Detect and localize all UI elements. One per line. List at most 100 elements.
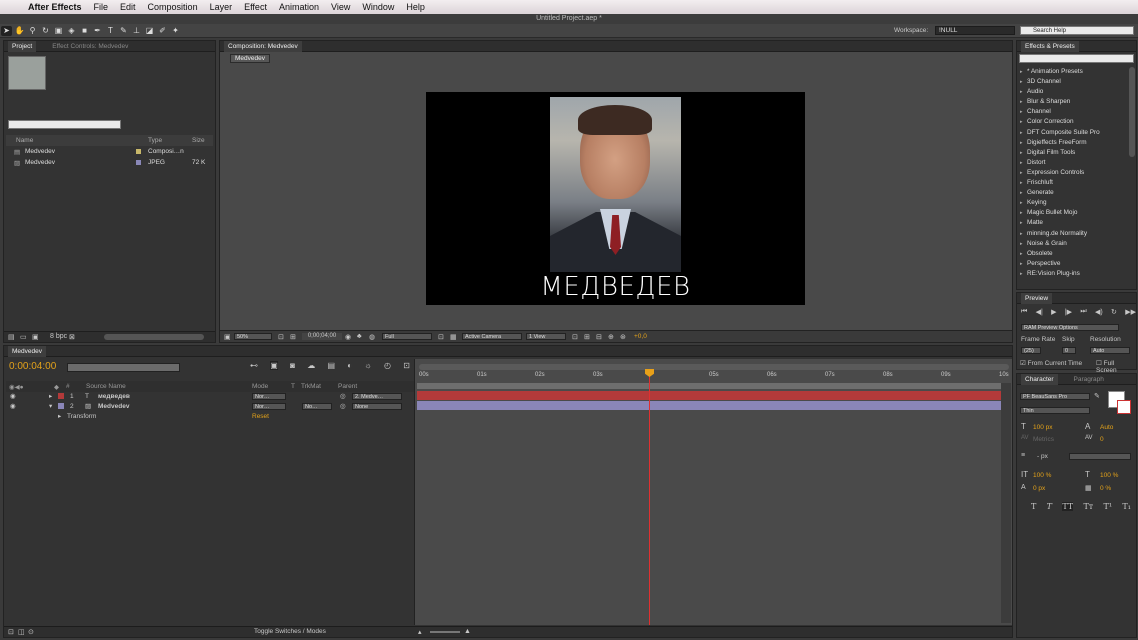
effects-item[interactable]: Audio [1017, 87, 1129, 97]
project-search-input[interactable] [8, 120, 121, 129]
timeline-search-input[interactable] [67, 363, 180, 372]
col-source-name[interactable]: Source Name [86, 383, 126, 390]
new-comp-icon[interactable]: ▣ [32, 333, 39, 341]
motion-blur-icon[interactable]: ◐ [347, 361, 352, 370]
toggle-switches-modes[interactable]: Toggle Switches / Modes [254, 628, 326, 635]
layer-2-bar[interactable] [417, 401, 1001, 410]
tab-paragraph[interactable]: Paragraph [1070, 374, 1108, 385]
type-tool-icon[interactable]: T [105, 26, 116, 36]
faux-bold-icon[interactable]: T [1031, 502, 1036, 511]
all-caps-icon[interactable]: TT [1062, 502, 1074, 511]
eyedropper-icon[interactable]: ✎ [1094, 392, 1100, 400]
effects-item[interactable]: RE:Vision Plug-ins [1017, 269, 1129, 279]
zoom-select[interactable]: 50% [234, 333, 272, 340]
frame-rate-select[interactable]: (25) [1021, 347, 1041, 354]
col-parent[interactable]: Parent [338, 383, 357, 390]
layer-label-color[interactable] [58, 393, 64, 399]
effects-item[interactable]: * Animation Presets [1017, 67, 1129, 77]
kerning-value[interactable]: Metrics [1033, 436, 1054, 443]
layer-mode-select[interactable]: Nor… [252, 392, 286, 400]
interpret-footage-icon[interactable]: ▤ [8, 333, 15, 341]
search-help-input[interactable]: Search Help [1020, 26, 1134, 35]
stroke-color-swatch[interactable] [1117, 400, 1131, 414]
transfer-controls-icon[interactable]: ◫ [18, 628, 25, 636]
horizontal-scale-value[interactable]: 100 % [1100, 472, 1118, 479]
effects-item[interactable]: Magic Bullet Mojo [1017, 208, 1129, 218]
hand-tool-icon[interactable]: ✋ [14, 26, 25, 36]
delete-icon[interactable]: ⊠ [69, 333, 75, 341]
current-timecode[interactable]: 0:00:04:00 [9, 361, 56, 372]
layer-row[interactable]: ◉ ▾ 2 ▨ Medvedev Nor… No… ◎ None [8, 401, 414, 411]
layer-parent-select[interactable]: 2. Medve… [352, 392, 402, 400]
expand-arrow-icon[interactable]: ▸ [49, 392, 52, 400]
layer-label-color[interactable] [58, 403, 64, 409]
zoom-tool-icon[interactable]: ⚲ [27, 26, 38, 36]
tab-effect-controls[interactable]: Effect Controls: Medvedev [48, 41, 132, 52]
col-t[interactable]: T [291, 383, 295, 390]
project-item[interactable]: ▨ Medvedev JPEG 72 K [6, 157, 213, 168]
font-family-select[interactable]: PF BeauSans Pro [1020, 393, 1090, 400]
effects-item[interactable]: Digieffects FreeForm [1017, 138, 1129, 148]
effects-item[interactable]: Generate [1017, 188, 1129, 198]
comp-subtab[interactable]: Medvedev [230, 54, 270, 63]
effects-item[interactable]: Blur & Sharpen [1017, 97, 1129, 107]
layer-name[interactable]: медведев [98, 393, 130, 400]
font-style-select[interactable]: Thin [1020, 407, 1090, 414]
subscript-icon[interactable]: T₁ [1122, 502, 1131, 511]
menu-edit[interactable]: Edit [114, 2, 142, 12]
effects-item[interactable]: Channel [1017, 107, 1129, 117]
graph-editor-icon[interactable]: ☼ [364, 361, 371, 370]
col-trkmat[interactable]: TrkMat [301, 383, 321, 390]
prev-frame-icon[interactable]: ◀| [1036, 308, 1043, 316]
auto-keyframe-icon[interactable]: ⊡ [403, 361, 410, 370]
faux-italic-icon[interactable]: T [1047, 502, 1052, 511]
col-type[interactable]: Type [148, 137, 162, 144]
stroke-width-value[interactable]: - px [1037, 453, 1048, 460]
layer-parent-select[interactable]: None [352, 402, 402, 410]
play-icon[interactable]: ▶ [1051, 308, 1056, 316]
timeline-scrollbar[interactable] [1001, 383, 1011, 623]
tab-timeline[interactable]: Medvedev [8, 345, 46, 357]
current-time-indicator[interactable] [649, 369, 650, 625]
effects-item[interactable]: Digital Film Tools [1017, 148, 1129, 158]
effects-scrollbar[interactable] [1129, 67, 1135, 157]
in-out-icon[interactable]: ⊙ [28, 628, 34, 636]
pickwhip-icon[interactable]: ◎ [340, 402, 346, 410]
last-frame-icon[interactable]: ⏭ [1080, 308, 1086, 316]
menu-file[interactable]: File [88, 2, 115, 12]
menu-help[interactable]: Help [400, 2, 431, 12]
comp-mini-flowchart-icon[interactable]: ⊷ [250, 361, 258, 370]
col-mode[interactable]: Mode [252, 383, 268, 390]
expand-arrow-icon[interactable]: ▸ [58, 412, 61, 420]
new-folder-icon[interactable]: ▭ [20, 333, 27, 341]
layer-mode-select[interactable]: Nor… [252, 402, 286, 410]
tab-effects-presets[interactable]: Effects & Presets [1021, 40, 1079, 52]
effects-item[interactable]: Expression Controls [1017, 168, 1129, 178]
full-screen-checkbox[interactable]: ☐ Full Screen [1096, 359, 1136, 374]
from-current-checkbox[interactable]: ☑ From Current Time [1020, 359, 1082, 367]
effects-item[interactable]: Color Correction [1017, 117, 1129, 127]
workspace-select[interactable]: !NULL [935, 26, 1015, 35]
layer-row[interactable]: ◉ ▸ 1 T медведев Nor… ◎ 2. Medve… [8, 391, 414, 401]
zoom-out-icon[interactable]: ▴ [418, 628, 422, 636]
eraser-tool-icon[interactable]: ◪ [144, 26, 155, 36]
menu-animation[interactable]: Animation [273, 2, 325, 12]
zoom-in-icon[interactable]: ▲ [464, 628, 471, 635]
region-icon[interactable]: ⊡ [438, 333, 444, 341]
transform-row[interactable]: ▸ Transform Reset [8, 411, 414, 421]
tab-preview[interactable]: Preview [1021, 292, 1053, 304]
transform-label[interactable]: Transform [67, 413, 96, 420]
layer-1-bar[interactable] [417, 391, 1001, 400]
tab-character[interactable]: Character [1021, 373, 1058, 385]
brush-tool-icon[interactable]: ✎ [118, 26, 129, 36]
superscript-icon[interactable]: T¹ [1104, 502, 1113, 511]
baseline-shift-value[interactable]: 0 px [1033, 485, 1045, 492]
show-snapshot-icon[interactable]: ♣ [357, 333, 362, 340]
audio-icon[interactable]: ◀) [1095, 308, 1103, 316]
view-layout-select[interactable]: 1 View [526, 333, 566, 340]
menu-composition[interactable]: Composition [142, 2, 204, 12]
clone-tool-icon[interactable]: ⊥ [131, 26, 142, 36]
time-navigator[interactable] [419, 364, 1009, 370]
menu-layer[interactable]: Layer [204, 2, 239, 12]
stroke-type-select[interactable] [1069, 453, 1131, 460]
